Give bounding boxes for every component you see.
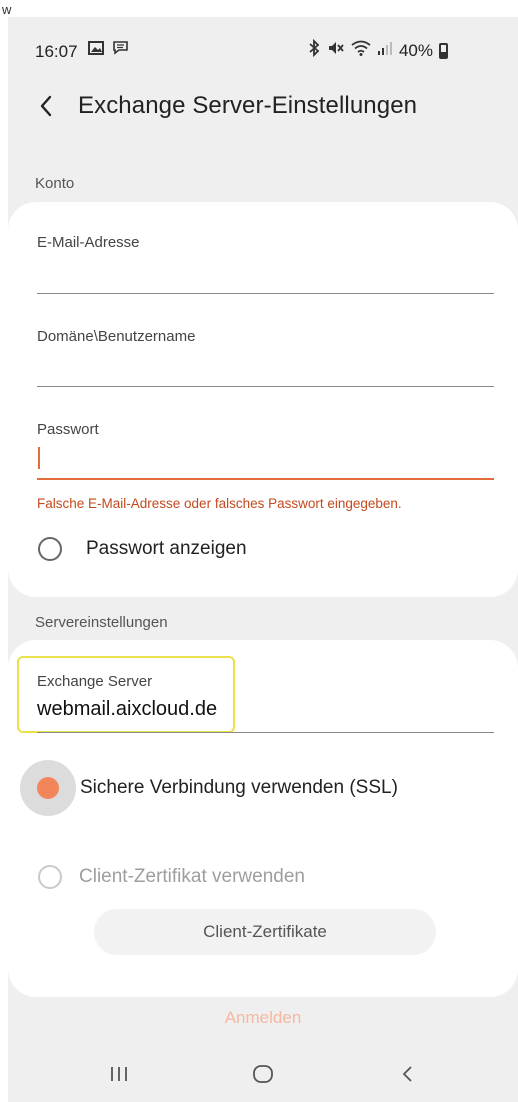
chevron-left-icon	[40, 95, 52, 117]
ssl-label: Sichere Verbindung verwenden (SSL)	[80, 777, 398, 798]
account-card: E-Mail-Adresse Domäne\Benutzername Passw…	[8, 202, 518, 597]
exchange-server-field[interactable]: webmail.aixcloud.de	[37, 698, 217, 721]
nav-back-icon[interactable]	[398, 1059, 418, 1089]
ssl-option[interactable]: Sichere Verbindung verwenden (SSL)	[20, 758, 480, 818]
domain-username-underline	[37, 386, 494, 387]
show-password-radio[interactable]	[38, 537, 62, 561]
page-mark: w	[2, 2, 12, 17]
exchange-server-underline	[37, 732, 494, 733]
battery-icon	[439, 42, 448, 59]
status-time: 16:07	[35, 42, 78, 61]
message-icon	[112, 40, 129, 60]
signal-icon	[377, 40, 393, 61]
email-label: E-Mail-Adresse	[37, 234, 140, 251]
exchange-server-label: Exchange Server	[37, 673, 153, 690]
email-field[interactable]	[37, 254, 494, 294]
phone-screen: 16:07 40% Exchange Server-Einstellungen …	[8, 17, 518, 1102]
status-bar: 16:07 40%	[8, 17, 518, 69]
status-left-icons	[88, 40, 129, 60]
section-label-server: Servereinstellungen	[35, 614, 168, 631]
ssl-radio[interactable]	[37, 777, 59, 799]
text-caret	[38, 447, 40, 469]
back-button[interactable]	[34, 91, 60, 121]
bluetooth-icon	[307, 38, 321, 62]
sign-in-button[interactable]: Anmelden	[8, 1008, 518, 1028]
show-password-label: Passwort anzeigen	[86, 538, 247, 559]
password-label: Passwort	[37, 421, 99, 438]
domain-username-field[interactable]	[37, 348, 494, 388]
status-right: 40%	[307, 38, 448, 62]
wifi-icon	[351, 40, 371, 61]
client-cert-radio[interactable]	[38, 865, 62, 889]
client-certificates-button[interactable]: Client-Zertifikate	[94, 909, 436, 955]
password-underline	[37, 478, 494, 480]
recent-apps-icon[interactable]	[108, 1059, 130, 1089]
error-message: Falsche E-Mail-Adresse oder falsches Pas…	[37, 496, 402, 511]
client-cert-option[interactable]: Client-Zertifikat verwenden	[28, 855, 368, 899]
show-password-option[interactable]: Passwort anzeigen	[28, 528, 328, 572]
image-icon	[88, 40, 104, 60]
domain-username-label: Domäne\Benutzername	[37, 328, 196, 345]
page-title: Exchange Server-Einstellungen	[78, 92, 418, 119]
navigation-bar	[8, 1049, 518, 1102]
client-cert-label: Client-Zertifikat verwenden	[79, 866, 305, 887]
mute-icon	[327, 39, 345, 62]
highlight-box	[17, 656, 235, 733]
section-label-account: Konto	[35, 175, 75, 192]
app-header: Exchange Server-Einstellungen	[8, 87, 518, 127]
home-icon[interactable]	[250, 1059, 276, 1089]
battery-percent: 40%	[398, 40, 433, 60]
password-field[interactable]	[37, 442, 494, 478]
email-underline	[37, 293, 494, 294]
